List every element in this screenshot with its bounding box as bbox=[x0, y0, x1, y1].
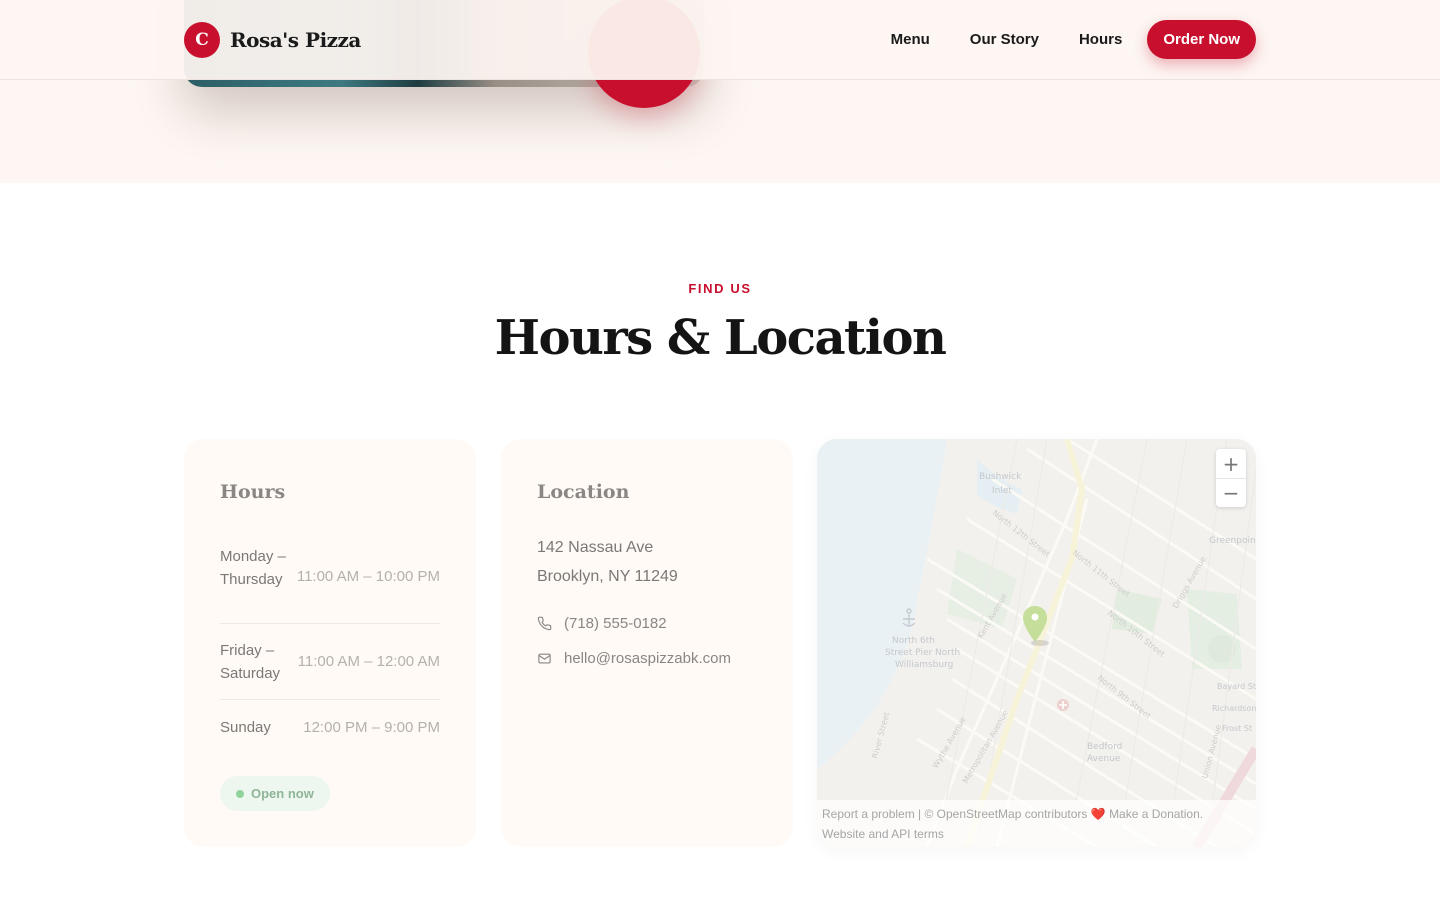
location-card-title: Location bbox=[537, 481, 630, 503]
hours-card-title: Hours bbox=[220, 481, 286, 503]
hours-day: Sunday bbox=[220, 718, 271, 736]
open-status-badge: Open now bbox=[220, 776, 330, 811]
map-label: Bedford bbox=[1087, 742, 1122, 752]
nav-link-menu[interactable]: Menu bbox=[891, 31, 930, 48]
map-label: Inlet bbox=[992, 486, 1012, 496]
email-link[interactable]: hello@rosaspizzabk.com bbox=[537, 650, 731, 667]
hours-row: Friday – Saturday 11:00 AM – 12:00 AM bbox=[220, 624, 440, 700]
hours-row: Monday – Thursday 11:00 AM – 10:00 PM bbox=[220, 542, 440, 624]
section-eyebrow: FIND US bbox=[688, 281, 752, 296]
phone-link[interactable]: (718) 555-0182 bbox=[537, 615, 667, 632]
map-zoom-control: + − bbox=[1216, 449, 1246, 507]
status-dot-icon bbox=[236, 789, 244, 798]
hours-card: Hours Monday – Thursday 11:00 AM – 10:00… bbox=[184, 439, 476, 847]
order-now-button[interactable]: Order Now bbox=[1147, 20, 1256, 59]
hours-day: Friday – Saturday bbox=[220, 641, 281, 682]
address-line-2: Brooklyn, NY 11249 bbox=[537, 568, 678, 585]
hours-time: 11:00 AM – 10:00 PM bbox=[296, 568, 440, 585]
map-label: Frost St bbox=[1222, 724, 1252, 733]
hospital-icon bbox=[1057, 699, 1069, 711]
hours-time: 12:00 PM – 9:00 PM bbox=[303, 718, 440, 736]
brand[interactable]: C Rosa's Pizza bbox=[184, 22, 361, 58]
address: 142 Nassau Ave Brooklyn, NY 11249 bbox=[537, 533, 678, 591]
map-label: Greenpoin bbox=[1209, 536, 1256, 546]
phone-icon bbox=[537, 616, 552, 631]
map-label: Avenue bbox=[1087, 754, 1121, 764]
main-nav: Menu Our Story Hours Order Now bbox=[891, 20, 1256, 59]
location-card: Location 142 Nassau Ave Brooklyn, NY 112… bbox=[501, 439, 793, 847]
map-label: Richardson bbox=[1212, 704, 1256, 713]
zoom-out-button[interactable]: − bbox=[1216, 478, 1246, 507]
map-attribution: Report a problem | © OpenStreetMap contr… bbox=[817, 800, 1256, 847]
hours-row: Sunday 12:00 PM – 9:00 PM bbox=[220, 700, 440, 754]
hours-list: Monday – Thursday 11:00 AM – 10:00 PM Fr… bbox=[220, 542, 440, 754]
nav-link-hours[interactable]: Hours bbox=[1079, 31, 1122, 48]
location-map[interactable]: Bushwick Inlet Greenpoin North 6th Stree… bbox=[817, 439, 1256, 847]
site-header: C Rosa's Pizza Menu Our Story Hours Orde… bbox=[0, 0, 1440, 80]
email-address: hello@rosaspizzabk.com bbox=[564, 650, 731, 667]
terms-link[interactable]: Website and API terms bbox=[822, 824, 1251, 844]
section-title: Hours & Location bbox=[494, 310, 947, 366]
donation-link[interactable]: Make a Donation. bbox=[1109, 807, 1203, 821]
heart-icon: ❤️ bbox=[1090, 807, 1106, 821]
address-line-1: 142 Nassau Ave bbox=[537, 539, 654, 556]
hours-day: Monday – Thursday bbox=[220, 548, 286, 588]
map-label: Street Pier North bbox=[885, 648, 960, 658]
map-label: Bushwick bbox=[979, 472, 1022, 482]
open-status-label: Open now bbox=[251, 786, 314, 801]
map-label: North 6th bbox=[892, 636, 935, 646]
marker-pin-icon[interactable] bbox=[1022, 605, 1052, 647]
mail-icon bbox=[538, 653, 551, 664]
hours-time: 11:00 AM – 12:00 AM bbox=[297, 653, 440, 670]
attribution-links[interactable]: Report a problem | © OpenStreetMap contr… bbox=[822, 807, 1087, 821]
map-label: Bayard St bbox=[1217, 682, 1256, 691]
zoom-in-button[interactable]: + bbox=[1216, 449, 1246, 478]
nav-link-our-story[interactable]: Our Story bbox=[970, 31, 1039, 48]
phone-number: (718) 555-0182 bbox=[564, 615, 667, 632]
map-label: Williamsburg bbox=[895, 660, 953, 670]
brand-logo: C bbox=[184, 22, 220, 58]
brand-name: Rosa's Pizza bbox=[230, 28, 361, 52]
